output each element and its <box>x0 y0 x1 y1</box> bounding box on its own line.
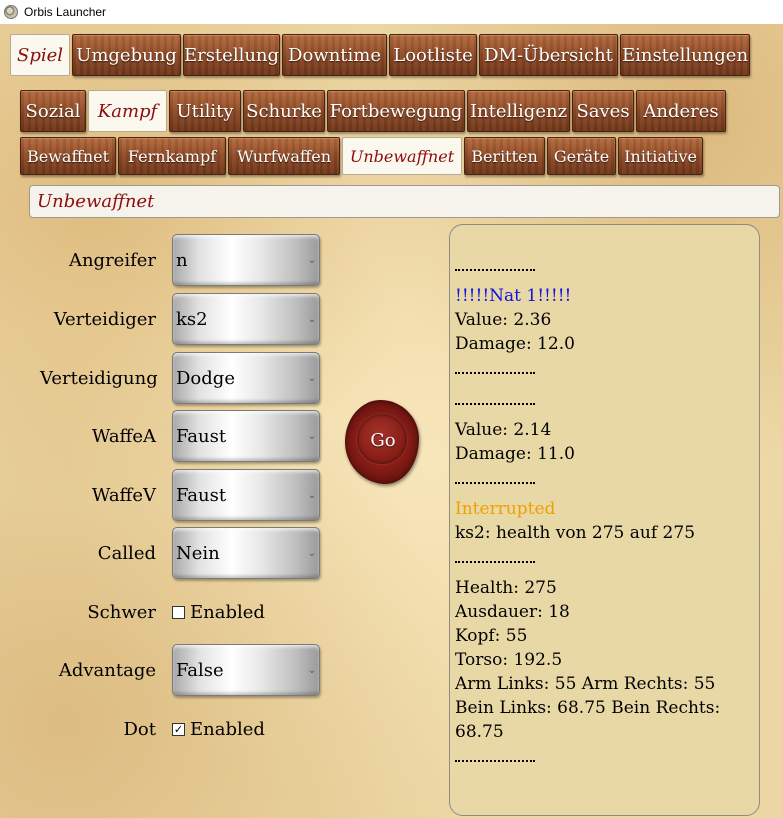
tab-sozial[interactable]: Sozial <box>20 90 86 132</box>
waffe-v-row: WaffeV Faust ⌄ <box>40 469 330 521</box>
log-separator <box>455 545 759 576</box>
window-title: Orbis Launcher <box>24 5 107 19</box>
sub-tab-bar: Sozial Kampf Utility Schurke Fortbewegun… <box>20 90 728 132</box>
log-legs: Bein Links: 68.75 Bein Rechts: 68.75 <box>455 698 721 742</box>
tab-erstellung[interactable]: Erstellung <box>183 34 280 76</box>
chevron-down-icon: ⌄ <box>307 372 317 384</box>
log-separator <box>455 356 759 387</box>
angreifer-row: Angreifer n ⌄ <box>40 234 330 286</box>
advantage-row: Advantage False ⌄ <box>40 644 330 696</box>
log-value-1: Value: 2.36 <box>455 310 552 330</box>
tab-anderes[interactable]: Anderes <box>636 90 726 132</box>
go-button[interactable]: Go <box>345 396 421 484</box>
chevron-down-icon: ⌄ <box>307 664 317 676</box>
log-separator <box>455 253 759 284</box>
log-health: Health: 275 <box>455 578 557 598</box>
main-tab-bar: Spiel Umgebung Erstellung Downtime Lootl… <box>10 34 752 76</box>
chevron-down-icon: ⌄ <box>307 547 317 559</box>
log-damage-2: Damage: 11.0 <box>455 444 575 464</box>
verteidiger-row: Verteidiger ks2 ⌄ <box>40 293 330 345</box>
schwer-checkbox-group[interactable]: Enabled <box>172 586 265 638</box>
tab-utility[interactable]: Utility <box>169 90 241 132</box>
log-value-2: Value: 2.14 <box>455 420 552 440</box>
verteidiger-label: Verteidiger <box>53 308 156 330</box>
log-ausdauer: Ausdauer: 18 <box>455 602 570 622</box>
chevron-down-icon: ⌄ <box>307 430 317 442</box>
tab-geraete[interactable]: Geräte <box>547 137 616 175</box>
waffe-v-value: Faust <box>176 484 227 506</box>
angreifer-select[interactable]: n ⌄ <box>172 234 320 286</box>
tab-lootliste[interactable]: Lootliste <box>389 34 477 76</box>
called-select[interactable]: Nein ⌄ <box>172 527 320 579</box>
verteidiger-value: ks2 <box>176 308 208 330</box>
result-log: !!!!!Nat 1!!!!! Value: 2.36 Damage: 12.0… <box>449 224 760 816</box>
log-kopf: Kopf: 55 <box>455 626 528 646</box>
chevron-down-icon: ⌄ <box>307 254 317 266</box>
tab-bewaffnet[interactable]: Bewaffnet <box>20 137 116 175</box>
waffe-a-row: WaffeA Faust ⌄ <box>40 410 330 462</box>
title-bar: Orbis Launcher <box>0 0 783 24</box>
dot-label: Dot <box>123 718 156 740</box>
dot-checkbox[interactable]: ✓ <box>172 722 185 736</box>
tab-fortbewegung[interactable]: Fortbewegung <box>327 90 465 132</box>
schwer-label: Schwer <box>87 601 156 623</box>
waffe-v-label: WaffeV <box>91 484 156 506</box>
tab-downtime[interactable]: Downtime <box>282 34 387 76</box>
log-torso: Torso: 192.5 <box>455 650 563 670</box>
log-arms: Arm Links: 55 Arm Rechts: 55 <box>455 674 716 694</box>
schwer-checkbox[interactable] <box>172 605 185 619</box>
log-separator <box>455 744 759 775</box>
verteidigung-row: Verteidigung Dodge ⌄ <box>40 352 330 404</box>
tab-dm-uebersicht[interactable]: DM-Übersicht <box>479 34 618 76</box>
tab-beritten[interactable]: Beritten <box>464 137 545 175</box>
verteidigung-label: Verteidigung <box>40 367 158 389</box>
tab-wurfwaffen[interactable]: Wurfwaffen <box>228 137 340 175</box>
main-content: Spiel Umgebung Erstellung Downtime Lootl… <box>0 24 783 818</box>
verteidiger-select[interactable]: ks2 ⌄ <box>172 293 320 345</box>
chevron-down-icon: ⌄ <box>307 489 317 501</box>
log-interrupted: Interrupted <box>455 499 556 519</box>
tab-initiative[interactable]: Initiative <box>618 137 703 175</box>
tab-schurke[interactable]: Schurke <box>243 90 325 132</box>
called-row: Called Nein ⌄ <box>40 527 330 579</box>
combat-tab-bar: Bewaffnet Fernkampf Wurfwaffen Unbewaffn… <box>20 137 705 175</box>
waffe-a-value: Faust <box>176 425 227 447</box>
advantage-value: False <box>176 659 224 681</box>
dot-checkbox-label: Enabled <box>190 718 265 740</box>
angreifer-label: Angreifer <box>68 249 156 271</box>
tab-unbewaffnet[interactable]: Unbewaffnet <box>342 137 462 175</box>
log-separator <box>455 466 759 497</box>
schwer-row: Schwer Enabled <box>40 586 330 638</box>
chevron-down-icon: ⌄ <box>307 313 317 325</box>
tab-fernkampf[interactable]: Fernkampf <box>118 137 226 175</box>
advantage-label: Advantage <box>58 659 156 681</box>
tab-umgebung[interactable]: Umgebung <box>72 34 181 76</box>
tab-spiel[interactable]: Spiel <box>10 34 70 76</box>
log-separator <box>455 387 759 418</box>
dot-row: Dot ✓ Enabled <box>40 703 330 755</box>
waffe-a-label: WaffeA <box>91 425 156 447</box>
verteidigung-value: Dodge <box>176 367 235 389</box>
tab-intelligenz[interactable]: Intelligenz <box>467 90 570 132</box>
log-damage-1: Damage: 12.0 <box>455 334 575 354</box>
app-icon <box>4 5 18 19</box>
advantage-select[interactable]: False ⌄ <box>172 644 320 696</box>
waffe-v-select[interactable]: Faust ⌄ <box>172 469 320 521</box>
section-title: Unbewaffnet <box>29 185 780 218</box>
dot-checkbox-group[interactable]: ✓ Enabled <box>172 703 265 755</box>
tab-einstellungen[interactable]: Einstellungen <box>620 34 750 76</box>
called-label: Called <box>97 542 156 564</box>
called-value: Nein <box>176 542 220 564</box>
waffe-a-select[interactable]: Faust ⌄ <box>172 410 320 462</box>
log-health-change: ks2: health von 275 auf 275 <box>455 523 696 543</box>
tab-kampf[interactable]: Kampf <box>88 90 167 132</box>
schwer-checkbox-label: Enabled <box>190 601 265 623</box>
log-nat1: !!!!!Nat 1!!!!! <box>455 286 572 306</box>
angreifer-value: n <box>176 249 188 271</box>
verteidigung-select[interactable]: Dodge ⌄ <box>172 352 320 404</box>
tab-saves[interactable]: Saves <box>572 90 634 132</box>
go-button-label: Go <box>370 429 396 451</box>
